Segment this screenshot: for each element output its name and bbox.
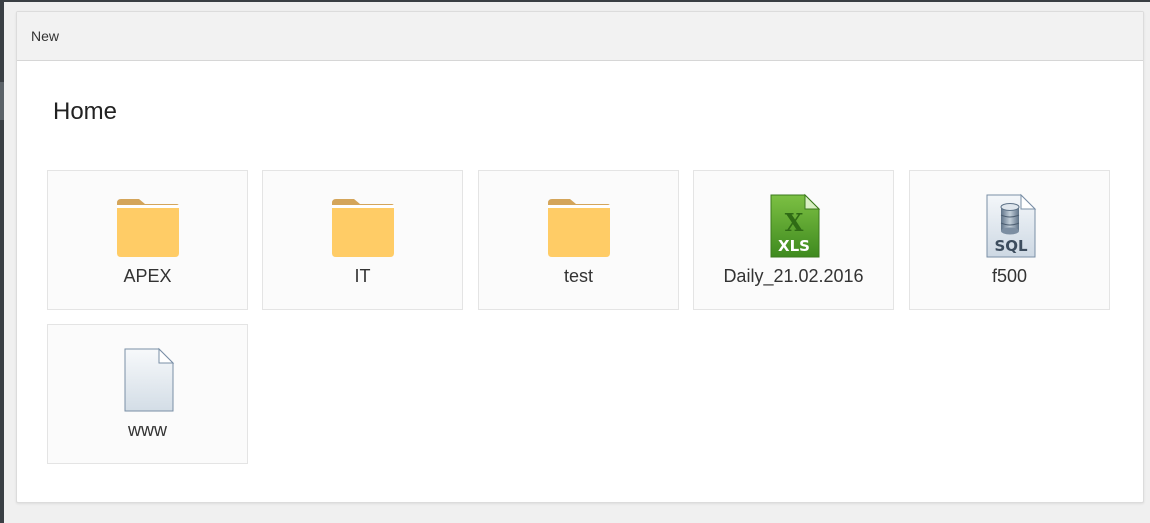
file-name: Daily_21.02.2016 [723, 266, 864, 286]
sql-badge: SQL [994, 237, 1028, 255]
file-name: www [128, 420, 167, 440]
file-name: f500 [991, 266, 1028, 286]
folder-icon [547, 199, 610, 257]
file-browser-panel: New Home APEX IT test X XLS Daily_21.02.… [16, 11, 1144, 503]
window-left-edge [0, 0, 4, 523]
page-title: Home [53, 98, 118, 125]
file-tile-apex[interactable]: APEX [47, 170, 248, 310]
window-top-edge [4, 0, 1150, 2]
left-edge-accent [0, 82, 4, 120]
file-name: IT [354, 266, 371, 286]
generic-file-icon [124, 347, 174, 412]
file-tile-f500-sql[interactable]: SQL f500 [909, 170, 1110, 310]
sql-file-icon: SQL [986, 193, 1036, 258]
file-name: test [563, 266, 593, 286]
xls-badge: XLS [778, 237, 810, 255]
folder-icon [116, 199, 179, 257]
file-name: APEX [123, 266, 172, 286]
svg-text:X: X [784, 208, 803, 237]
file-tile-daily-xls[interactable]: X XLS Daily_21.02.2016 [693, 170, 894, 310]
new-button[interactable]: New [29, 24, 61, 48]
folder-icon [331, 199, 394, 257]
file-tile-www[interactable]: www [47, 324, 248, 464]
file-tile-it[interactable]: IT [262, 170, 463, 310]
file-tile-test[interactable]: test [478, 170, 679, 310]
excel-file-icon: X XLS [770, 193, 820, 258]
toolbar: New [17, 12, 1143, 61]
